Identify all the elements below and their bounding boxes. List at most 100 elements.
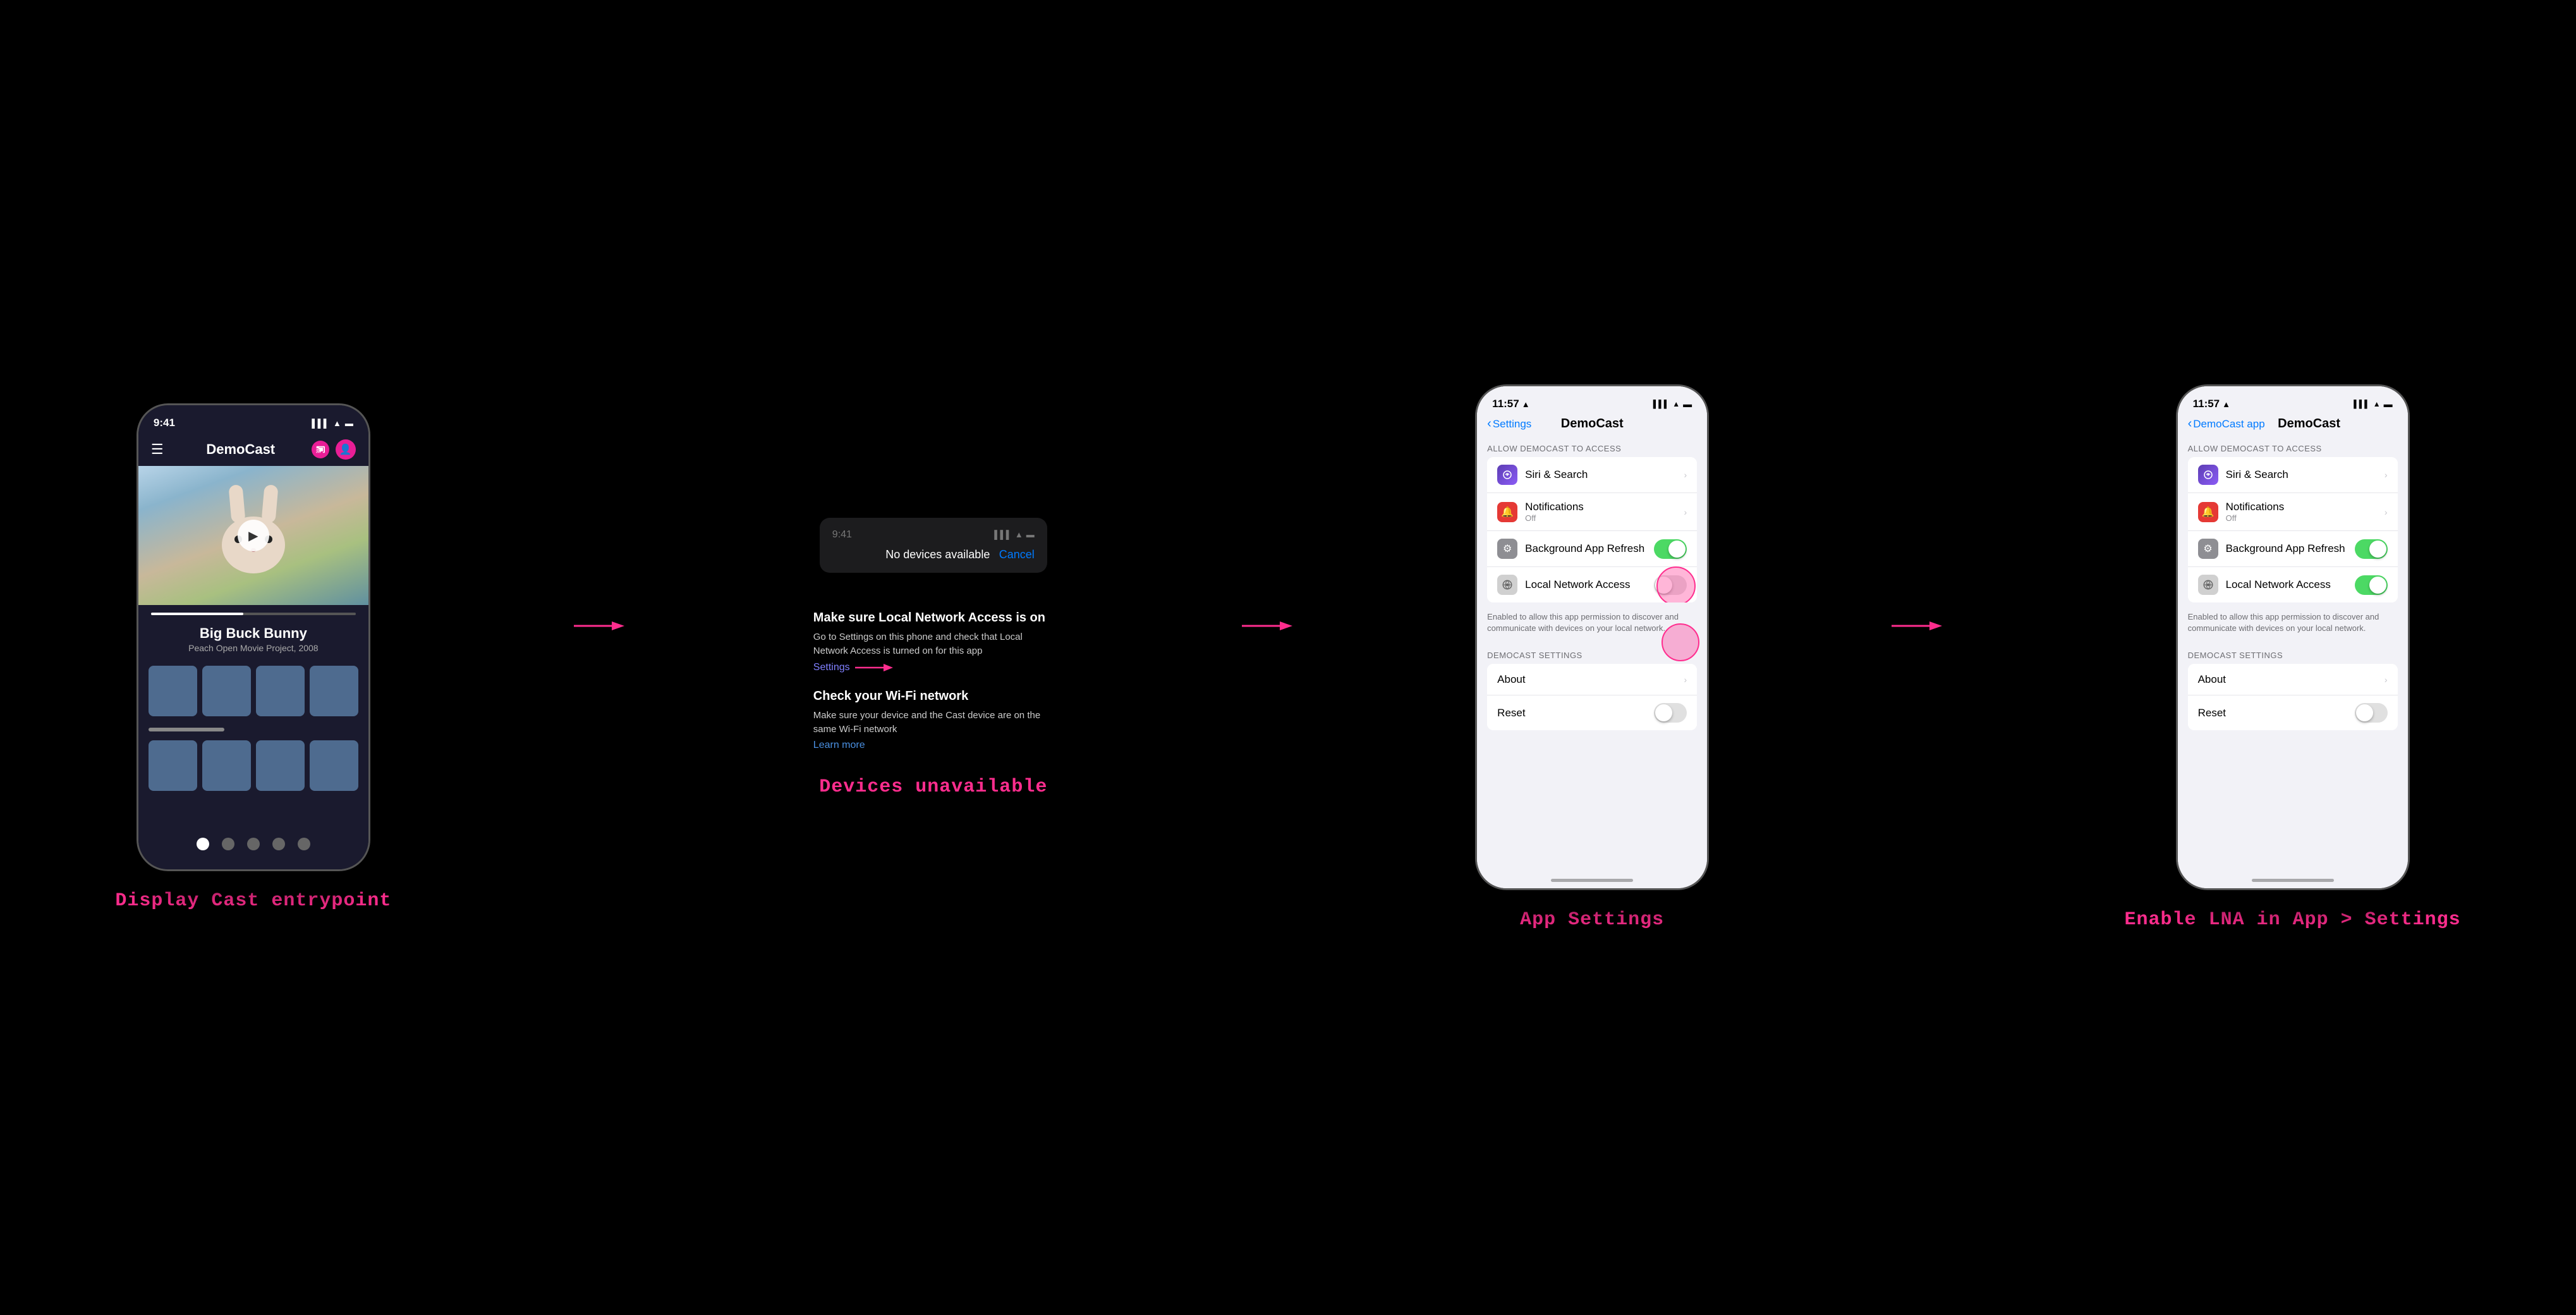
home-indicator-4 xyxy=(2252,879,2334,882)
back-nav-3: ‹ Settings DemoCast xyxy=(1477,414,1707,434)
local-note-4: Enabled to allow this app permission to … xyxy=(2178,608,2408,640)
bg-toggle-on-4[interactable] xyxy=(2355,539,2388,559)
siri-content: Siri & Search xyxy=(1525,468,1679,481)
bg-toggle-knob xyxy=(1668,541,1686,558)
notif-icon: 🔔 xyxy=(1497,502,1517,522)
ios-signal-3: ▌▌▌ xyxy=(1653,400,1670,408)
ios-frame-3: 11:57 ▲ ▌▌▌ ▲ ▬ ‹ Settings DemoCast xyxy=(1475,384,1709,890)
nav-title-4: DemoCast xyxy=(2265,417,2354,431)
tab-2[interactable] xyxy=(222,838,234,850)
location-icon-4: ▲ xyxy=(2222,400,2230,409)
wifi-icon: ▲ xyxy=(333,419,341,428)
democast-header-4: DEMOCAST SETTINGS xyxy=(2178,640,2408,664)
avatar-icon[interactable]: 👤 xyxy=(336,439,356,460)
cast-icon[interactable] xyxy=(312,441,329,458)
democast-header-3: DEMOCAST SETTINGS xyxy=(1477,640,1707,664)
about-content-3: About xyxy=(1497,673,1679,686)
siri-chevron-4: › xyxy=(2385,470,2388,480)
status-time-1: 9:41 xyxy=(154,417,175,429)
instructions-box: Make sure Local Network Access is on Go … xyxy=(807,604,1060,757)
app-title: DemoCast xyxy=(206,441,275,458)
about-title-4: About xyxy=(2198,673,2379,686)
reset-row-3[interactable]: Reset xyxy=(1487,695,1697,730)
popup-status-icons: ▌▌▌ ▲ ▬ xyxy=(994,530,1035,539)
popup-status-time: 9:41 xyxy=(832,529,852,541)
bg-toggle-knob-4 xyxy=(2369,541,2386,558)
siri-title-4: Siri & Search xyxy=(2226,468,2379,481)
app-header: ☰ DemoCast 👤 xyxy=(138,433,368,466)
thumb-3[interactable] xyxy=(256,666,305,716)
notif-icon-4: 🔔 xyxy=(2198,502,2218,522)
back-label-3: Settings xyxy=(1493,418,1531,431)
tab-5[interactable] xyxy=(298,838,310,850)
step-3: 11:57 ▲ ▌▌▌ ▲ ▬ ‹ Settings DemoCast xyxy=(1475,384,1709,931)
thumb-6[interactable] xyxy=(202,740,251,791)
popup-wifi: ▲ xyxy=(1015,530,1023,539)
thumb-7[interactable] xyxy=(256,740,305,791)
ios-battery-4: ▬ xyxy=(2384,399,2393,409)
notif-chevron-4: › xyxy=(2385,507,2388,517)
ios-time-4: 11:57 xyxy=(2193,398,2220,410)
reset-row-4[interactable]: Reset xyxy=(2188,695,2398,730)
local-title-4: Local Network Access xyxy=(2226,578,2350,591)
local-toggle-knob xyxy=(1655,577,1672,594)
about-row-4[interactable]: About › xyxy=(2188,664,2398,695)
thumb-1[interactable] xyxy=(149,666,197,716)
ios-signal-4: ▌▌▌ xyxy=(2354,400,2370,408)
siri-row-4[interactable]: Siri & Search › xyxy=(2188,457,2398,493)
about-row-3[interactable]: About › xyxy=(1487,664,1697,695)
local-toggle-on-4[interactable] xyxy=(2355,575,2388,595)
local-toggle-off[interactable] xyxy=(1654,575,1687,595)
bg-refresh-row-4[interactable]: ⚙ Background App Refresh xyxy=(2188,531,2398,567)
reset-knob-4 xyxy=(2356,704,2373,721)
reset-toggle-4[interactable] xyxy=(2355,703,2388,723)
back-btn-4[interactable]: ‹ DemoCast app xyxy=(2188,417,2265,431)
bg-content: Background App Refresh xyxy=(1525,542,1649,555)
tab-4[interactable] xyxy=(272,838,285,850)
popup-battery: ▬ xyxy=(1026,530,1035,539)
ios-status-left-4: 11:57 ▲ xyxy=(2193,398,2230,410)
play-button[interactable]: ▶ xyxy=(238,520,269,551)
arrow-svg-3 xyxy=(1892,616,1942,635)
thumb-5[interactable] xyxy=(149,740,197,791)
instruction-link-settings[interactable]: Settings xyxy=(813,662,850,673)
ios-screen-3: 11:57 ▲ ▌▌▌ ▲ ▬ ‹ Settings DemoCast xyxy=(1477,386,1707,888)
reset-toggle-3[interactable] xyxy=(1654,703,1687,723)
progress-bar[interactable] xyxy=(151,613,356,615)
popup-cancel-btn[interactable]: Cancel xyxy=(999,548,1035,561)
tab-3[interactable] xyxy=(247,838,260,850)
thumbnail-row-1 xyxy=(138,661,368,721)
siri-icon xyxy=(1497,465,1517,485)
hamburger-icon[interactable]: ☰ xyxy=(151,441,164,458)
thumb-4[interactable] xyxy=(310,666,358,716)
status-icons-1: ▌▌▌ ▲ ▬ xyxy=(312,419,353,428)
notifications-row[interactable]: 🔔 Notifications Off › xyxy=(1487,493,1697,531)
ios-wifi-3: ▲ xyxy=(1672,400,1680,408)
local-network-row[interactable]: Local Network Access xyxy=(1487,567,1697,602)
siri-chevron: › xyxy=(1684,470,1687,480)
ios-time-3: 11:57 xyxy=(1492,398,1519,410)
step-3-label: App Settings xyxy=(1520,909,1664,931)
bg-refresh-row[interactable]: ⚙ Background App Refresh xyxy=(1487,531,1697,567)
ios-status-left-3: 11:57 ▲ xyxy=(1492,398,1529,410)
siri-row[interactable]: Siri & Search › xyxy=(1487,457,1697,493)
reset-knob-3 xyxy=(1655,704,1672,721)
tab-1[interactable] xyxy=(197,838,209,850)
local-network-row-4[interactable]: Local Network Access xyxy=(2188,567,2398,602)
bg-title: Background App Refresh xyxy=(1525,542,1649,555)
notif-content-4: Notifications Off xyxy=(2226,501,2379,523)
local-title: Local Network Access xyxy=(1525,578,1649,591)
popup-no-devices-title: No devices available xyxy=(877,548,999,561)
back-btn-3[interactable]: ‹ Settings xyxy=(1487,417,1531,431)
instruction-link-learn[interactable]: Learn more xyxy=(813,740,865,750)
reset-title-4: Reset xyxy=(2198,707,2350,719)
bg-toggle-on[interactable] xyxy=(1654,539,1687,559)
notifications-row-4[interactable]: 🔔 Notifications Off › xyxy=(2188,493,2398,531)
arrow-svg-2 xyxy=(1242,616,1292,635)
arrow-between-2-3 xyxy=(1242,616,1292,635)
thumb-8[interactable] xyxy=(310,740,358,791)
back-label-4: DemoCast app xyxy=(2193,418,2264,431)
thumb-2[interactable] xyxy=(202,666,251,716)
local-icon-4 xyxy=(2198,575,2218,595)
notif-subtitle: Off xyxy=(1525,513,1679,523)
